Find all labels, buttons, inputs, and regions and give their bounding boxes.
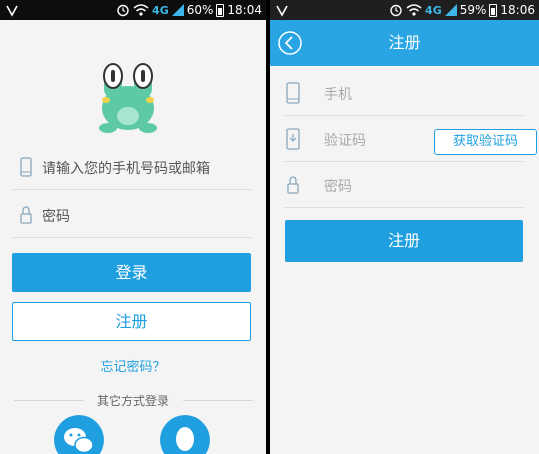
clock: 18:04 bbox=[227, 3, 262, 17]
phone-icon bbox=[286, 82, 300, 104]
register-button[interactable]: 注册 bbox=[12, 302, 251, 341]
phone-icon bbox=[20, 157, 32, 177]
account-placeholder: 请输入您的手机号码或邮箱 bbox=[42, 161, 210, 177]
password-placeholder: 密码 bbox=[324, 179, 352, 195]
title-bar: 注册 bbox=[270, 20, 539, 66]
register-screen: 4G 59% 18:06 注册 手机 验证码 获取验证码 密码 注册 bbox=[270, 0, 539, 454]
verification-code-field[interactable]: 验证码 获取验证码 bbox=[284, 116, 537, 162]
battery-icon bbox=[216, 3, 225, 17]
field-divider bbox=[12, 189, 252, 190]
divider-line bbox=[183, 400, 253, 401]
battery-icon bbox=[489, 3, 498, 17]
page-title: 注册 bbox=[388, 33, 421, 52]
password-field[interactable]: 密码 bbox=[284, 162, 524, 208]
clock: 18:06 bbox=[500, 3, 535, 17]
submit-register-button[interactable]: 注册 bbox=[285, 220, 523, 262]
frog-mascot-logo bbox=[99, 63, 157, 133]
forgot-password-link[interactable]: 忘记密码？ bbox=[0, 356, 266, 375]
back-icon[interactable] bbox=[278, 31, 302, 55]
notification-icon bbox=[276, 5, 288, 17]
field-divider bbox=[12, 237, 252, 238]
qq-icon[interactable] bbox=[160, 415, 210, 454]
alarm-icon bbox=[390, 4, 402, 17]
phone-placeholder: 手机 bbox=[324, 87, 352, 103]
status-bar: 4G 60% 18:04 bbox=[0, 0, 266, 20]
notification-icon bbox=[6, 5, 18, 17]
wifi-icon bbox=[406, 4, 422, 16]
wifi-icon bbox=[133, 4, 149, 16]
login-screen: 4G 60% 18:04 请输入您的手机号码或邮箱 密码 登录 注册 忘记密码？… bbox=[0, 0, 266, 454]
code-placeholder: 验证码 bbox=[324, 133, 366, 149]
lock-icon bbox=[20, 206, 32, 224]
account-field[interactable]: 请输入您的手机号码或邮箱 bbox=[12, 144, 252, 190]
status-bar: 4G 59% 18:06 bbox=[270, 0, 539, 20]
wechat-icon[interactable] bbox=[54, 415, 104, 454]
login-button[interactable]: 登录 bbox=[12, 253, 251, 292]
alarm-icon bbox=[117, 4, 129, 17]
get-code-button[interactable]: 获取验证码 bbox=[434, 129, 537, 155]
signal-icon bbox=[444, 4, 457, 16]
phone-code-icon bbox=[286, 128, 300, 150]
password-placeholder: 密码 bbox=[42, 209, 70, 225]
phone-field[interactable]: 手机 bbox=[284, 70, 524, 116]
signal-icon bbox=[171, 4, 184, 16]
password-field[interactable]: 密码 bbox=[12, 192, 252, 238]
lock-icon bbox=[287, 176, 299, 194]
network-type: 4G bbox=[152, 3, 169, 17]
battery-percent: 59% bbox=[459, 3, 487, 17]
field-divider bbox=[284, 207, 524, 208]
network-type: 4G bbox=[425, 3, 442, 17]
battery-percent: 60% bbox=[186, 3, 214, 17]
